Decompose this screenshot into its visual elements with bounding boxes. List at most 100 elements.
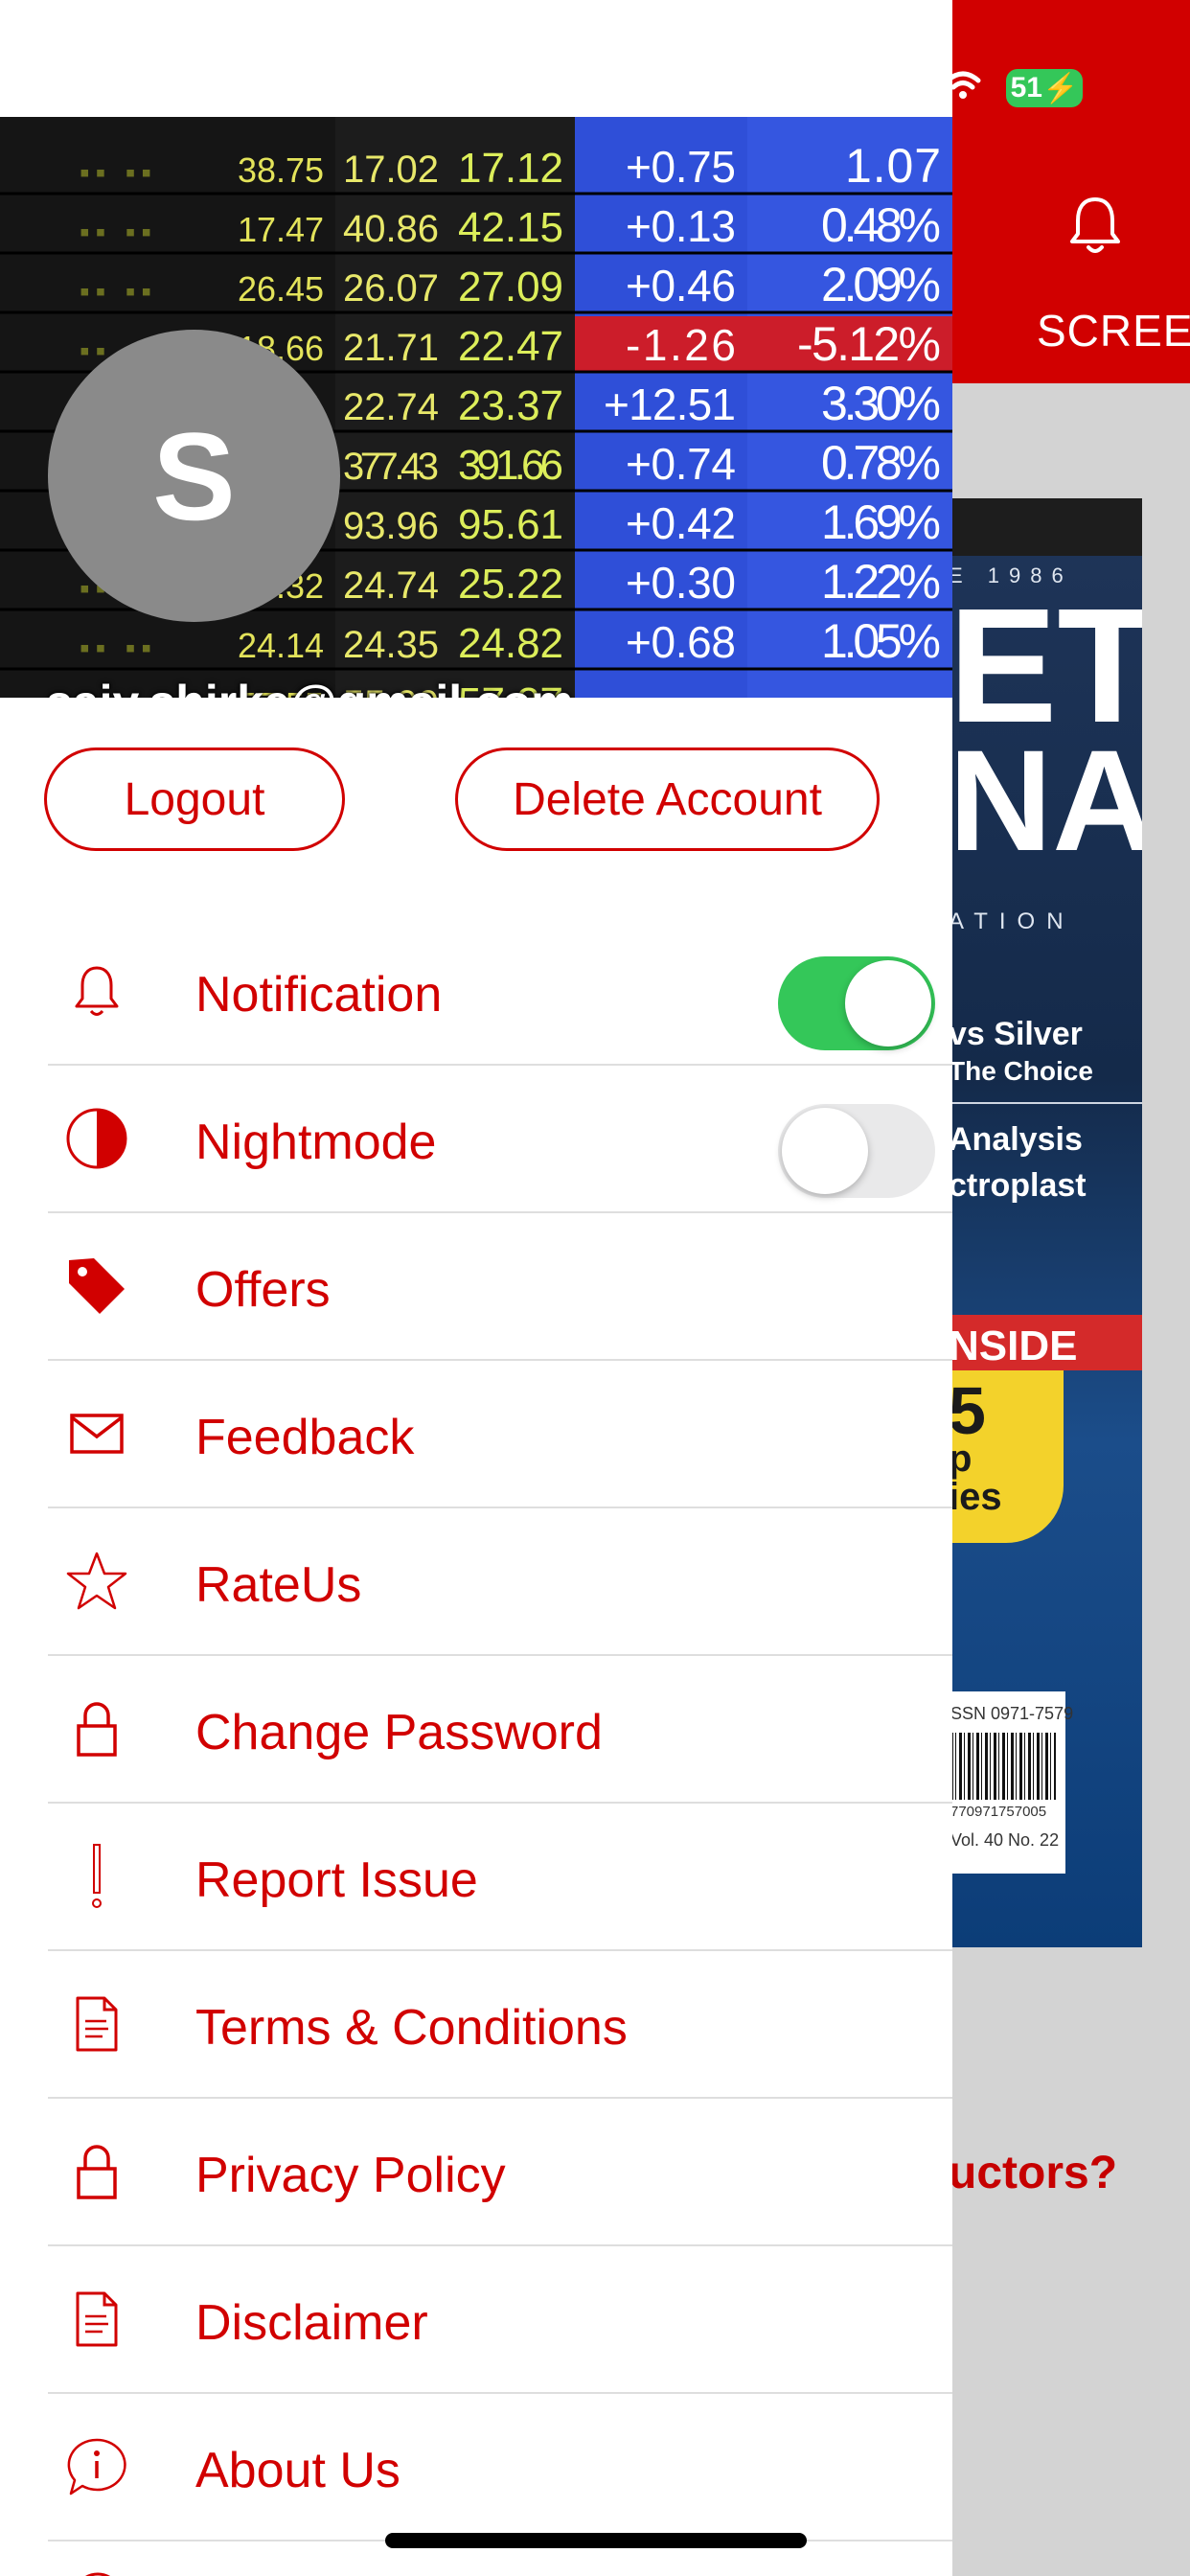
- lock-icon: [48, 2099, 146, 2244]
- ticker-cell: 22.74: [343, 386, 439, 428]
- magazine-top-strip: [949, 498, 1142, 556]
- menu-item-label: RateUs: [195, 1557, 362, 1613]
- menu-item-privacy-policy[interactable]: Privacy Policy: [48, 2099, 952, 2246]
- ticker-cell: 391.66: [458, 442, 563, 489]
- ticker-cell: 23.37: [458, 382, 563, 429]
- avatar[interactable]: S: [48, 330, 340, 622]
- ticker-cell: 17.47: [238, 210, 324, 249]
- mail-icon: [48, 1361, 146, 1506]
- ticker-cell: +0.75: [626, 142, 736, 192]
- toggle-knob: [782, 1108, 868, 1194]
- stock-ticker-banner: ▪▪ ▪▪ 38.75 17.02 17.12 +0.75 1.07 ▪▪ ▪▪ 17.47 4…: [0, 117, 952, 698]
- info-bubble-icon: [48, 2394, 146, 2540]
- ticker-cell: -1.26: [626, 320, 736, 370]
- ticker-cell: 1.05%: [821, 614, 941, 668]
- ticker-cell: -5.12%: [797, 317, 941, 371]
- partial-menu-icon: [85, 2572, 110, 2576]
- menu-item-rateus[interactable]: RateUs: [48, 1508, 952, 1656]
- magazine-barcode-digits: 770971757005: [950, 1804, 1047, 1820]
- ticker-cell: 0.48%: [821, 198, 941, 252]
- menu-item-offers[interactable]: Offers: [48, 1213, 952, 1361]
- ticker-cell: 40.86: [343, 208, 439, 250]
- star-icon: [48, 1508, 146, 1654]
- drawer-menu: Notification Nightmode Offers Feedback R…: [48, 918, 952, 2542]
- menu-item-disclaimer[interactable]: Disclaimer: [48, 2246, 952, 2394]
- battery-indicator: 51 ⚡: [1006, 69, 1083, 107]
- ticker-cell: +0.68: [626, 617, 736, 667]
- magazine-headline2-sub: ctroplast: [949, 1167, 1087, 1204]
- user-email: saiy.shirke@gmail.com: [46, 675, 574, 698]
- ticker-cell: 3.30%: [821, 377, 941, 430]
- ticker-cell: 0.78%: [821, 436, 941, 490]
- ticker-cell: 17.02: [343, 149, 439, 191]
- magazine-title-line1: ET: [949, 575, 1142, 757]
- menu-item-label: About Us: [195, 2443, 400, 2498]
- ticker-cell: 17.12: [458, 145, 563, 192]
- article-question-text[interactable]: uctors?: [949, 2147, 1117, 2199]
- ticker-cell: 21.71: [343, 327, 439, 369]
- ticker-cell: 24.82: [458, 620, 563, 667]
- ticker-cell: 377.43: [343, 446, 439, 488]
- document-icon: [48, 2246, 146, 2392]
- side-drawer: ▪▪ ▪▪ 38.75 17.02 17.12 +0.75 1.07 ▪▪ ▪▪ 17.47 4…: [0, 0, 952, 2576]
- ticker-cell: 93.96: [343, 505, 439, 547]
- menu-item-terms-conditions[interactable]: Terms & Conditions: [48, 1951, 952, 2099]
- menu-item-notification[interactable]: Notification: [48, 918, 952, 1066]
- bell-icon[interactable]: [1062, 192, 1129, 259]
- ticker-cell: +0.42: [626, 498, 736, 548]
- menu-item-label: Terms & Conditions: [195, 2000, 628, 2056]
- magazine-inside-line2: ies: [949, 1476, 1002, 1518]
- menu-item-label: Change Password: [195, 1705, 603, 1760]
- bell-icon: [48, 918, 146, 1064]
- nightmode-toggle[interactable]: [778, 1104, 935, 1198]
- contrast-icon: [48, 1066, 146, 1211]
- exclamation-icon: [48, 1804, 146, 1949]
- home-indicator: [385, 2533, 807, 2548]
- menu-item-label: Privacy Policy: [195, 2148, 506, 2203]
- magazine-headline1-sub: The Choice: [949, 1056, 1093, 1086]
- ticker-cell: +0.74: [626, 439, 736, 489]
- menu-item-about-us[interactable]: About Us: [48, 2394, 952, 2542]
- ticker-cell: +0.46: [626, 261, 736, 310]
- ticker-cell: 1.69%: [821, 495, 941, 549]
- menu-item-feedback[interactable]: Feedback: [48, 1361, 952, 1508]
- ticker-cell: 24.74: [343, 564, 439, 607]
- magazine-subtitle: ATION: [949, 908, 1075, 934]
- magazine-volume: Vol. 40 No. 22: [950, 1830, 1060, 1850]
- magazine-title-line2: NAL: [949, 720, 1142, 881]
- menu-item-label: Nightmode: [195, 1115, 437, 1170]
- magazine-inside-text: NSIDE: [949, 1322, 1078, 1369]
- menu-item-label: Disclaimer: [195, 2295, 428, 2351]
- logout-button[interactable]: Logout: [44, 748, 345, 851]
- magazine-divider: [949, 1102, 1142, 1104]
- ticker-cell: 38.75: [238, 150, 324, 190]
- ticker-cell: 27.09: [458, 264, 563, 310]
- menu-item-nightmode[interactable]: Nightmode: [48, 1066, 952, 1213]
- ticker-cell: 2.09%: [821, 258, 941, 311]
- ticker-cell: +0.30: [626, 558, 736, 608]
- ticker-cell: 26.45: [238, 269, 324, 309]
- notification-toggle[interactable]: [778, 956, 935, 1050]
- menu-item-label: Report Issue: [195, 1852, 478, 1908]
- ticker-cell: 1.22%: [821, 555, 941, 609]
- magazine-issn: SSN 0971-7579: [950, 1704, 1074, 1723]
- lock-icon: [48, 1656, 146, 1802]
- menu-item-change-password[interactable]: Change Password: [48, 1656, 952, 1804]
- toggle-knob: [845, 960, 931, 1046]
- ticker-cell: +12.51: [604, 380, 736, 429]
- magazine-headline1: vs Silver: [949, 1016, 1083, 1052]
- menu-item-report-issue[interactable]: Report Issue: [48, 1804, 952, 1951]
- ticker-cell: 24.14: [238, 626, 324, 665]
- tab-screener[interactable]: SCREEN: [1037, 305, 1190, 356]
- ticker-cell: 24.35: [343, 624, 439, 666]
- delete-account-button[interactable]: Delete Account: [455, 748, 880, 851]
- menu-item-label: Offers: [195, 1262, 331, 1318]
- ticker-cell: 95.61: [458, 501, 563, 548]
- document-icon: [48, 1951, 146, 2097]
- menu-item-label: Notification: [195, 967, 443, 1023]
- barcode-icon: [950, 1733, 1056, 1800]
- tag-icon: [48, 1213, 146, 1359]
- ticker-cell: 42.15: [458, 204, 563, 251]
- magazine-headline2: Analysis: [949, 1121, 1083, 1158]
- magazine-cover-image[interactable]: E 1986 ET NAL ATION vs Silver The Choice…: [949, 498, 1142, 1947]
